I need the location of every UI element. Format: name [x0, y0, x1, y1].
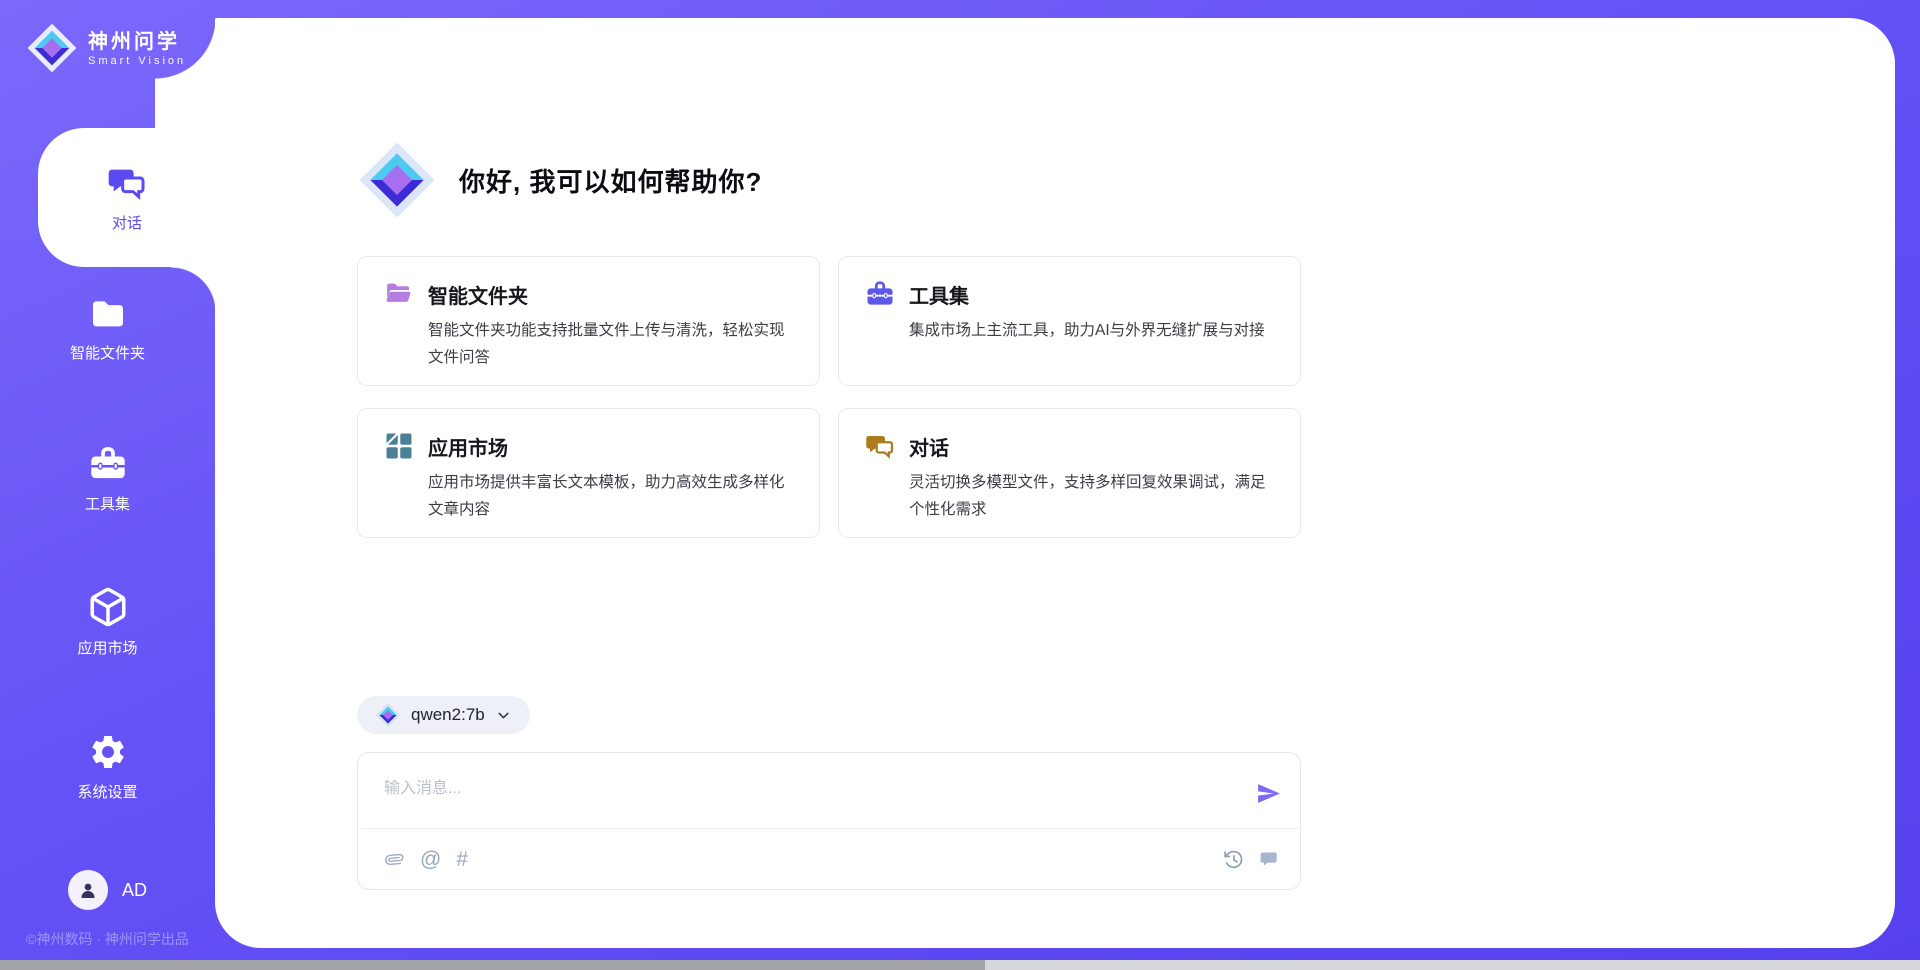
folder-icon	[88, 293, 128, 333]
card-title: 智能文件夹	[428, 280, 528, 309]
card-description: 智能文件夹功能支持批量文件上传与清洗，轻松实现文件问答	[428, 318, 793, 371]
message-composer: @ #	[357, 752, 1301, 890]
sidebar-item-app-market[interactable]: 应用市场	[0, 586, 215, 658]
card-app-market[interactable]: 应用市场 应用市场提供丰富长文本模板，助力高效生成多样化文章内容	[357, 408, 820, 538]
brand-subtitle: Smart Vision	[88, 55, 186, 67]
brand-name: 神州问学	[88, 30, 186, 55]
hero-diamond-icon	[357, 140, 437, 220]
brand-logo: 神州问学 Smart Vision	[26, 22, 186, 74]
card-smart-folder[interactable]: 智能文件夹 智能文件夹功能支持批量文件上传与清洗，轻松实现文件问答	[357, 256, 820, 386]
chat-bubble-icon[interactable]	[1259, 849, 1280, 870]
scrollbar-thumb[interactable]	[0, 960, 985, 970]
attach-icon[interactable]	[384, 849, 405, 870]
sidebar-item-label: 工具集	[85, 493, 130, 514]
greeting-block: 你好, 我可以如何帮助你?	[357, 140, 762, 220]
user-account[interactable]: AD	[0, 870, 215, 910]
toolbox-icon	[88, 444, 128, 484]
grid-icon	[384, 431, 414, 461]
send-icon[interactable]	[1256, 781, 1281, 806]
sidebar-item-smart-folder[interactable]: 智能文件夹	[0, 293, 215, 363]
user-name: AD	[122, 880, 147, 901]
sidebar-item-chat[interactable]: 对话	[38, 128, 216, 267]
history-icon[interactable]	[1223, 849, 1244, 870]
chat-icon	[107, 163, 147, 203]
avatar	[68, 870, 108, 910]
mention-icon[interactable]: @	[420, 849, 441, 870]
card-title: 对话	[909, 432, 949, 461]
sidebar-item-toolset[interactable]: 工具集	[0, 444, 215, 514]
card-description: 灵活切换多模型文件，支持多样回复效果调试，满足个性化需求	[909, 470, 1274, 523]
feature-cards: 智能文件夹 智能文件夹功能支持批量文件上传与清洗，轻松实现文件问答 工具集 集成…	[357, 256, 1301, 538]
sidebar-item-label: 应用市场	[77, 637, 137, 658]
sidebar-footer: ©神州数码 · 神州问学出品	[0, 929, 215, 949]
gear-icon	[88, 732, 128, 772]
toolbox-icon	[865, 279, 895, 309]
model-name: qwen2:7b	[411, 705, 485, 725]
card-title: 工具集	[909, 280, 969, 309]
model-diamond-icon	[375, 702, 401, 728]
card-description: 应用市场提供丰富长文本模板，助力高效生成多样化文章内容	[428, 470, 793, 523]
sidebar-item-label: 对话	[112, 212, 142, 233]
chat-icon	[865, 431, 895, 461]
hashtag-icon[interactable]: #	[456, 849, 468, 870]
card-chat[interactable]: 对话 灵活切换多模型文件，支持多样回复效果调试，满足个性化需求	[838, 408, 1301, 538]
card-toolset[interactable]: 工具集 集成市场上主流工具，助力AI与外界无缝扩展与对接	[838, 256, 1301, 386]
sidebar-item-label: 智能文件夹	[70, 342, 145, 363]
card-description: 集成市场上主流工具，助力AI与外界无缝扩展与对接	[909, 318, 1274, 345]
brand-diamond-icon	[26, 22, 78, 74]
card-title: 应用市场	[428, 432, 508, 461]
sidebar-item-label: 系统设置	[77, 781, 137, 802]
message-input[interactable]	[358, 753, 1218, 827]
horizontal-scrollbar[interactable]	[0, 960, 1920, 970]
chevron-down-icon	[495, 707, 512, 724]
composer-toolbar: @ #	[384, 829, 1280, 889]
greeting-text: 你好, 我可以如何帮助你?	[459, 162, 762, 199]
sidebar-item-settings[interactable]: 系统设置	[0, 732, 215, 802]
cube-icon	[87, 586, 129, 628]
folder-open-icon	[384, 279, 414, 309]
model-selector[interactable]: qwen2:7b	[357, 696, 530, 734]
